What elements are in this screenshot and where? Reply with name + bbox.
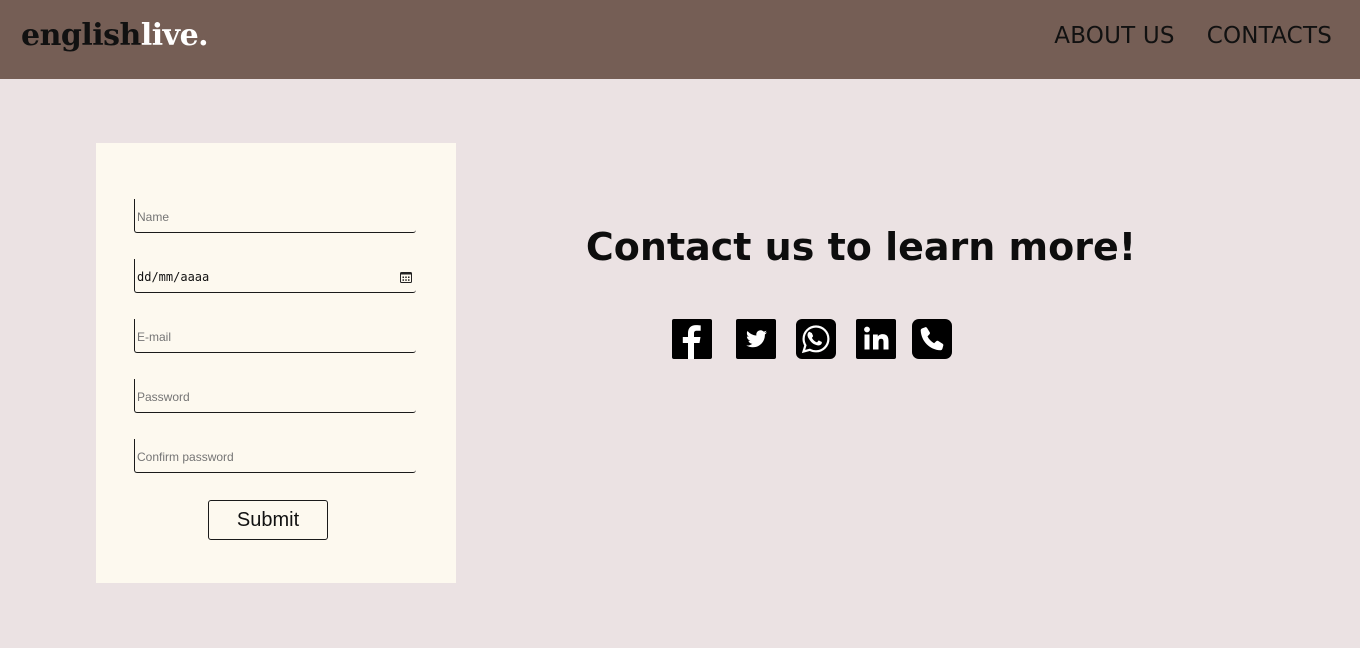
main-nav: ABOUT US CONTACTS (1054, 21, 1332, 51)
confirm-password-field-wrapper (134, 439, 416, 473)
email-input[interactable] (135, 319, 416, 352)
contact-heading: Contact us to learn more! (585, 225, 1137, 269)
email-field-wrapper (134, 319, 416, 353)
nav-about-us[interactable]: ABOUT US (1054, 21, 1174, 51)
logo-text-light: live. (140, 18, 209, 53)
name-input[interactable] (135, 199, 416, 232)
nav-contacts[interactable]: CONTACTS (1207, 21, 1332, 51)
site-header: englishlive. ABOUT US CONTACTS (0, 0, 1360, 79)
password-input[interactable] (135, 379, 416, 412)
confirm-password-input[interactable] (135, 439, 416, 472)
date-input[interactable]: dd/mm/aaaa (135, 268, 400, 284)
twitter-icon (736, 319, 776, 359)
password-field-wrapper (134, 379, 416, 413)
signup-form: dd/mm/aaaa Submit (96, 143, 456, 583)
phone-icon (912, 319, 952, 359)
submit-button[interactable]: Submit (208, 500, 328, 540)
facebook-link[interactable] (672, 319, 712, 359)
twitter-link[interactable] (736, 319, 776, 359)
whatsapp-link[interactable] (796, 319, 836, 359)
logo-text-dark: english (21, 18, 141, 53)
logo[interactable]: englishlive. (21, 17, 209, 55)
whatsapp-icon (796, 319, 836, 359)
name-field-wrapper (134, 199, 416, 233)
phone-link[interactable] (912, 319, 952, 359)
calendar-icon[interactable] (400, 271, 412, 283)
linkedin-link[interactable] (856, 319, 896, 359)
facebook-icon (672, 319, 712, 359)
linkedin-icon (856, 319, 896, 359)
date-field-wrapper[interactable]: dd/mm/aaaa (134, 259, 416, 293)
